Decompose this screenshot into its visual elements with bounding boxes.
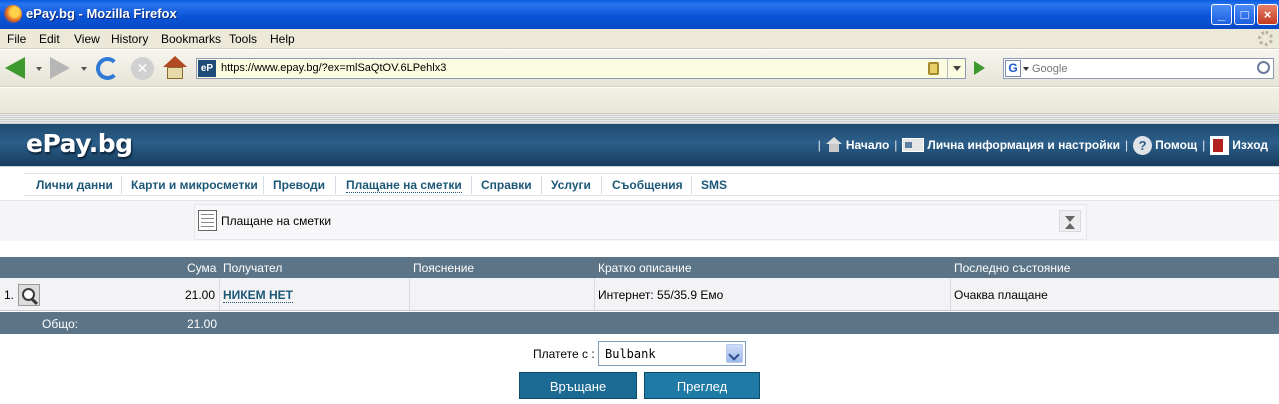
search-engine-dropdown-icon[interactable] [1023,67,1029,71]
header-link-profile[interactable]: Лична информация и настройки [927,138,1120,152]
table-footer: Общо: 21.00 [0,312,1279,334]
tab-messages[interactable]: Съобщения [612,178,683,192]
home-icon[interactable] [163,56,187,80]
col-status: Последно състояние [954,261,1071,275]
page-title: Плащане на сметки [221,214,332,228]
view-details-magnifier-icon[interactable] [18,284,40,306]
help-icon[interactable]: ? [1133,135,1153,155]
reload-icon[interactable] [96,57,119,80]
tab-transfers[interactable]: Преводи [273,178,325,192]
window-title: ePay.bg - Mozilla Firefox [26,6,177,21]
main-nav-tabs: Лични данни Карти и микросметки Преводи … [0,166,1279,200]
bank-select[interactable]: Bulbank [598,341,746,366]
page-header-panel [0,200,1279,241]
back-button[interactable]: Връщане [519,372,637,399]
go-arrow-icon[interactable] [974,61,985,75]
review-button[interactable]: Преглед [644,372,760,399]
back-history-dropdown-icon[interactable] [36,67,42,71]
forward-history-dropdown-icon[interactable] [81,67,87,71]
pay-with-label: Платете с : [533,347,595,361]
tab-cards[interactable]: Карти и микросметки [131,178,258,192]
total-label: Общо: [42,317,78,331]
firefox-icon [4,5,22,23]
chevron-down-icon[interactable] [726,344,743,363]
header-links: | Начало | Лична информация и настройки … [817,135,1268,155]
close-button[interactable]: × [1257,4,1278,25]
total-amount: 21.00 [187,317,218,331]
tab-sms[interactable]: SMS [701,178,727,192]
profile-card-icon[interactable] [902,138,925,152]
menu-bar: File Edit View History Bookmarks Tools H… [0,29,1279,49]
minimize-button[interactable]: _ [1211,4,1232,25]
menu-file[interactable]: File [7,32,26,46]
row-status: Очаква плащане [954,288,1048,302]
tab-reports[interactable]: Справки [481,178,532,192]
address-dropdown-icon[interactable] [947,59,965,78]
bookmarks-toolbar [0,88,1279,114]
document-icon [198,210,217,231]
search-engine-icon[interactable]: G [1005,60,1021,77]
col-note: Пояснение [413,261,475,275]
window-title-bar: ePay.bg - Mozilla Firefox _ □ × [0,0,1279,29]
stop-icon[interactable]: ✕ [131,57,154,80]
col-recipient: Получател [223,261,283,275]
maximize-button[interactable]: □ [1234,4,1255,25]
site-favicon-icon: eP [198,60,216,77]
back-arrow-icon[interactable] [5,57,25,79]
menu-history[interactable]: History [111,32,148,46]
epay-header: ePay.bg | Начало | Лична информация и на… [0,124,1279,166]
menu-view[interactable]: View [74,32,100,46]
col-description: Кратко описание [598,261,692,275]
table-row: 1. 21.00 НИКЕМ НЕТ Интернет: 55/35.9 Емо… [0,278,1279,311]
search-input[interactable] [1032,60,1250,77]
search-magnifier-icon[interactable] [1257,61,1270,74]
logout-icon[interactable] [1210,135,1230,155]
header-link-logout[interactable]: Изход [1232,138,1268,152]
collapse-filter-icon[interactable] [1059,210,1081,232]
forward-arrow-icon[interactable] [50,57,70,79]
row-amount: 21.00 [185,288,216,302]
tab-bill-payments[interactable]: Плащане на сметки [346,178,462,193]
row-description: Интернет: 55/35.9 Емо [598,288,724,302]
menu-edit[interactable]: Edit [39,32,60,46]
tab-services[interactable]: Услуги [551,178,591,192]
tab-personal-data[interactable]: Лични данни [36,178,113,192]
row-recipient-link[interactable]: НИКЕМ НЕТ [223,288,293,303]
menu-help[interactable]: Help [270,32,295,46]
col-amount: Сума [187,261,217,275]
menu-bookmarks[interactable]: Bookmarks [161,32,221,46]
toolbar-divider-stripe [0,114,1279,124]
header-link-home[interactable]: Начало [846,138,889,152]
table-header: Сума Получател Пояснение Кратко описание… [0,257,1279,278]
bank-select-value[interactable]: Bulbank [605,347,656,361]
address-url[interactable]: https://www.epay.bg/?ex=mlSaQtOV.6LPehlx… [221,62,446,74]
ssl-lock-icon[interactable] [928,62,939,75]
search-bar[interactable]: G [1003,58,1274,79]
epay-logo[interactable]: ePay.bg [26,129,133,158]
home-icon[interactable] [825,137,843,153]
throbber-icon [1258,31,1273,46]
address-bar[interactable]: eP https://www.epay.bg/?ex=mlSaQtOV.6LPe… [196,58,966,79]
menu-tools[interactable]: Tools [229,32,257,46]
header-link-help[interactable]: Помощ [1155,138,1197,152]
row-number: 1. [4,288,15,302]
